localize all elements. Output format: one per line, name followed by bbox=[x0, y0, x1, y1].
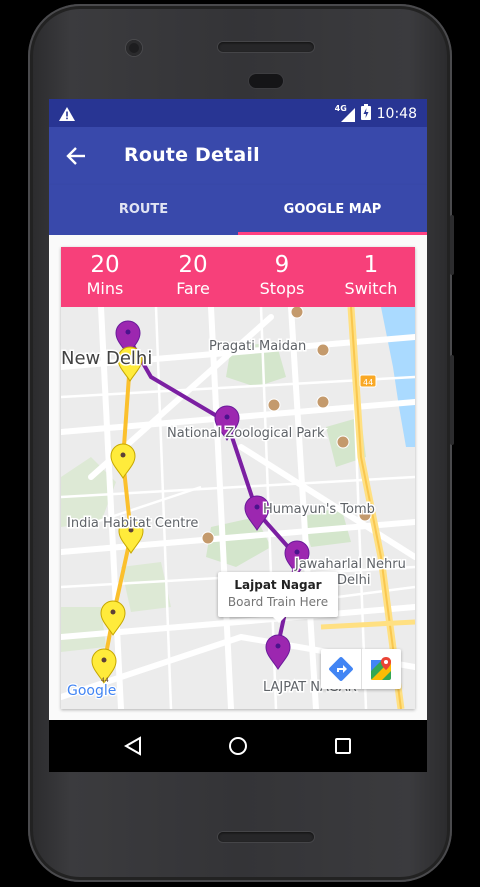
stat-value: 9 bbox=[274, 252, 290, 278]
page-title: Route Detail bbox=[124, 144, 260, 166]
map-label-pragati-maidan: Pragati Maidan bbox=[209, 339, 306, 354]
tab-google-map[interactable]: GOOGLE MAP bbox=[238, 185, 427, 235]
highway-number: 44 bbox=[363, 378, 373, 387]
tab-bar: ROUTE GOOGLE MAP bbox=[49, 185, 427, 235]
nav-recents-button[interactable] bbox=[313, 720, 373, 772]
google-maps-icon bbox=[371, 657, 391, 680]
nav-back-button[interactable] bbox=[104, 720, 164, 772]
tab-route[interactable]: ROUTE bbox=[49, 185, 238, 235]
directions-button[interactable] bbox=[321, 649, 362, 689]
volume-button bbox=[450, 215, 454, 275]
app-bar: Route Detail bbox=[49, 127, 427, 185]
power-button bbox=[450, 355, 454, 445]
map-label-zoo: National Zoological Park bbox=[167, 426, 325, 441]
open-in-maps-button[interactable] bbox=[361, 649, 401, 689]
stat-value: 20 bbox=[178, 252, 208, 278]
content-area: 20 Mins 20 Fare 9 Stops 1 Switch New Del… bbox=[49, 235, 427, 720]
stat-fare: 20 Fare bbox=[149, 251, 237, 299]
map-label-delhi: Delhi bbox=[337, 573, 370, 588]
map-label-jln: Jawaharlal Nehru bbox=[294, 557, 406, 572]
station-info-window[interactable]: Lajpat Nagar Board Train Here bbox=[218, 572, 338, 617]
status-time: 10:48 bbox=[376, 106, 417, 122]
earpiece-speaker bbox=[218, 42, 314, 52]
device-screen: 4G 10:48 Route Detail ROUTE GOOGLE MAP 2… bbox=[49, 99, 427, 772]
map-label-new-delhi: New Delhi bbox=[61, 348, 152, 369]
home-circle-icon bbox=[229, 737, 247, 755]
stat-label: Mins bbox=[86, 279, 124, 298]
status-icons: 4G 10:48 bbox=[335, 104, 417, 124]
route-map-card: 20 Mins 20 Fare 9 Stops 1 Switch New Del… bbox=[61, 247, 415, 709]
google-logo: Google bbox=[66, 682, 118, 701]
front-camera bbox=[249, 74, 283, 88]
nav-home-button[interactable] bbox=[208, 720, 268, 772]
google-logo-text: Google bbox=[67, 683, 116, 699]
stat-switch: 1 Switch bbox=[327, 251, 415, 299]
map-label-habitat: India Habitat Centre bbox=[67, 516, 198, 531]
callout-pointer bbox=[272, 616, 286, 623]
system-navigation-bar bbox=[49, 720, 427, 772]
stat-label: Fare bbox=[176, 279, 210, 298]
signal-icon: 4G bbox=[335, 104, 355, 122]
callout-subtitle: Board Train Here bbox=[227, 595, 329, 609]
stat-value: 20 bbox=[90, 252, 120, 278]
battery-icon bbox=[360, 104, 371, 124]
stat-label: Stops bbox=[259, 279, 305, 298]
proximity-sensor bbox=[126, 40, 142, 56]
callout-title: Lajpat Nagar bbox=[234, 578, 322, 592]
stat-stops: 9 Stops bbox=[238, 251, 326, 299]
arrow-back-icon[interactable] bbox=[63, 143, 91, 169]
map-label-humayun: Humayun's Tomb bbox=[263, 502, 375, 517]
warning-icon bbox=[59, 106, 75, 125]
map-toolbar bbox=[321, 649, 401, 689]
route-stats: 20 Mins 20 Fare 9 Stops 1 Switch bbox=[61, 247, 415, 307]
status-bar: 4G 10:48 bbox=[49, 99, 427, 127]
recents-square-icon bbox=[335, 738, 351, 754]
stat-mins: 20 Mins bbox=[61, 251, 149, 299]
google-map[interactable]: New Delhi Pragati Maidan National Zoolog… bbox=[61, 304, 415, 709]
stat-value: 1 bbox=[363, 252, 379, 278]
stat-label: Switch bbox=[344, 279, 398, 298]
bottom-speaker bbox=[218, 832, 314, 842]
directions-icon bbox=[329, 657, 353, 681]
back-triangle-icon bbox=[123, 736, 141, 756]
